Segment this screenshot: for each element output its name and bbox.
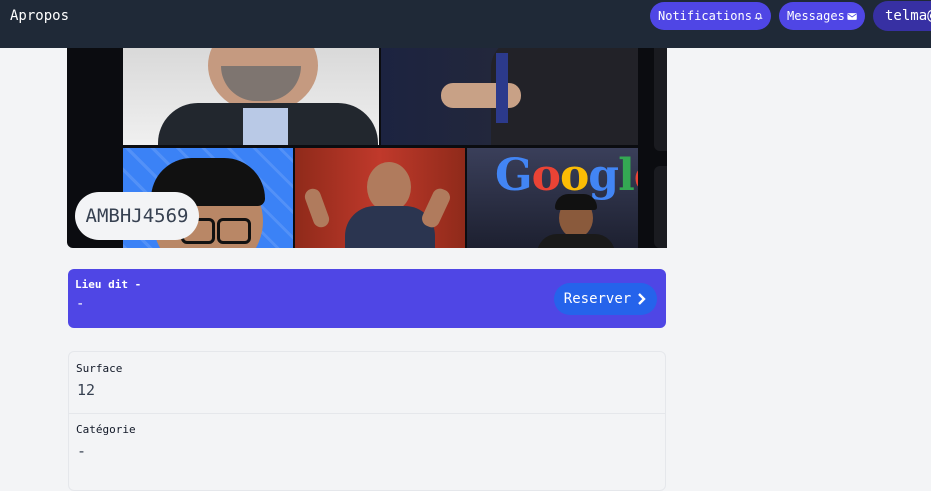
notifications-button[interactable]: Notifications [650,2,771,30]
category-label: Catégorie [76,423,136,436]
detail-row-category: Catégorie - [69,413,665,490]
detail-row-surface: Surface 12 [69,352,665,414]
bell-icon [754,12,763,20]
location-value: - [76,296,85,312]
envelope-icon [847,12,857,20]
user-menu-button[interactable]: telma@ [873,1,931,31]
messages-button[interactable]: Messages [779,2,865,30]
details-card: Surface 12 Catégorie - [68,351,666,491]
category-value: - [77,442,87,460]
messages-label: Messages [787,9,845,23]
location-label: Lieu dit - [75,278,142,291]
brand-link[interactable]: Apropos [10,8,69,24]
surface-label: Surface [76,362,123,375]
reserve-button[interactable]: Reserver [554,283,657,315]
photo-edge-strip [654,48,667,151]
photo-tile-1 [123,48,379,145]
surface-value: 12 [77,381,96,399]
top-navbar: Apropos Notifications Messages telma@ [0,0,931,48]
notifications-label: Notifications [658,9,752,23]
photo-tile-2 [381,48,638,145]
location-banner: Lieu dit - - Reserver [68,269,666,328]
photo-edge-strip [654,166,667,248]
user-label: telma@ [885,8,931,24]
photo-tile-4 [295,148,465,248]
photo-tile-5: Google [467,148,638,248]
listing-code-badge: AMBHJ4569 [75,192,199,240]
reserve-label: Reserver [563,291,632,307]
chevron-right-icon [638,293,646,305]
